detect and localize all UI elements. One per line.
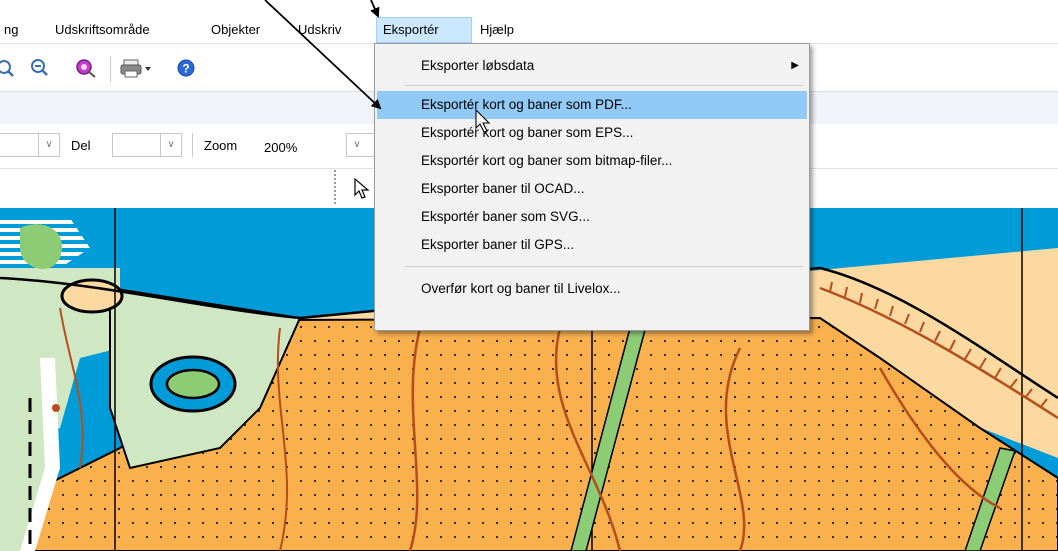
export-dropdown-menu: Eksporter løbsdata ▶ Eksportér kort og b… [374,43,810,331]
zoom-combo-arrow[interactable]: ∨ [346,133,376,157]
menu-item-print[interactable]: Udskriv [292,17,347,43]
del-label: Del [71,138,91,153]
menu-bar: ng Udskriftsområde Objekter Udskriv Eksp… [0,17,1058,43]
menu-export-pdf-label: Eksportér kort og baner som PDF... [421,97,632,112]
menu-item-export[interactable]: Eksportér [376,17,472,43]
chevron-down-icon: ∨ [38,134,59,156]
zoom-label: Zoom [204,138,238,153]
annotation-arrow-to-export-menu [370,0,380,18]
zoom-out-icon[interactable] [30,58,50,78]
menu-item-help[interactable]: Hjælp [474,17,520,43]
menu-export-gps-label: Eksporter baner til GPS... [421,237,575,252]
svg-text:?: ? [182,62,189,76]
zoom-value[interactable]: 200% [264,140,297,155]
menu-separator [405,85,803,86]
menu-export-eps[interactable]: Eksportér kort og baner som EPS... [377,119,807,147]
menu-transfer-livelox[interactable]: Overfør kort og baner til Livelox... [377,275,807,303]
menu-export-gps[interactable]: Eksporter baner til GPS... [377,231,807,259]
menu-export-svg-label: Eksportér baner som SVG... [421,209,590,224]
menu-item-objects[interactable]: Objekter [205,17,266,43]
toolbar-separator [192,133,193,157]
menu-export-race-data-label: Eksporter løbsdata [421,58,535,73]
menu-item-print-area[interactable]: Udskriftsområde [49,17,156,43]
menu-export-bitmap[interactable]: Eksportér kort og baner som bitmap-filer… [377,147,807,175]
menu-export-bitmap-label: Eksportér kort og baner som bitmap-filer… [421,153,673,168]
menu-export-svg[interactable]: Eksportér baner som SVG... [377,203,807,231]
menu-transfer-livelox-label: Overfør kort og baner til Livelox... [421,281,621,296]
menu-separator [405,266,803,267]
menu-export-eps-label: Eksportér kort og baner som EPS... [421,125,634,140]
tool-strip-grip [334,170,340,204]
toolbar-separator [110,56,111,82]
pointer-tool-icon[interactable] [352,176,372,200]
print-icon[interactable] [120,57,154,79]
submenu-arrow-icon: ▶ [791,60,799,71]
help-icon[interactable]: ? [176,58,196,78]
menu-export-ocad[interactable]: Eksporter baner til OCAD... [377,175,807,203]
menu-item-truncated[interactable]: ng [0,17,24,43]
first-combo[interactable]: ∨ [0,133,60,157]
menu-export-ocad-label: Eksporter baner til OCAD... [421,181,585,196]
menu-export-race-data[interactable]: Eksporter løbsdata ▶ [377,52,807,80]
chevron-down-icon: ∨ [160,134,181,156]
zoom-in-icon[interactable] [0,59,18,79]
menu-export-pdf[interactable]: Eksportér kort og baner som PDF... [377,91,807,119]
del-combo[interactable]: ∨ [112,133,182,157]
special-tool-icon[interactable] [74,57,98,79]
chevron-down-icon: ∨ [353,139,361,150]
